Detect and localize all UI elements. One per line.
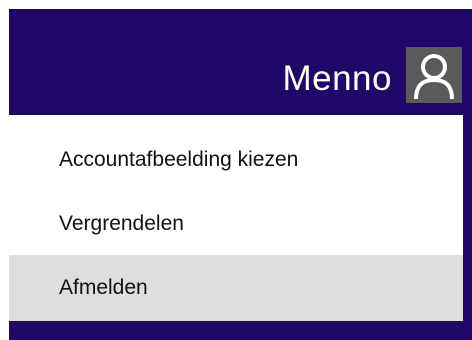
account-menu-window: Menno Accountafbeelding kiezen Vergrende…	[0, 0, 472, 340]
user-avatar-icon[interactable]	[406, 47, 462, 103]
menu-item-sign-out[interactable]: Afmelden	[9, 255, 463, 321]
user-name[interactable]: Menno	[282, 59, 392, 99]
menu-item-change-account-picture[interactable]: Accountafbeelding kiezen	[9, 127, 463, 193]
menu-item-lock[interactable]: Vergrendelen	[9, 191, 463, 257]
account-dropdown-menu: Accountafbeelding kiezen Vergrendelen Af…	[9, 115, 463, 321]
